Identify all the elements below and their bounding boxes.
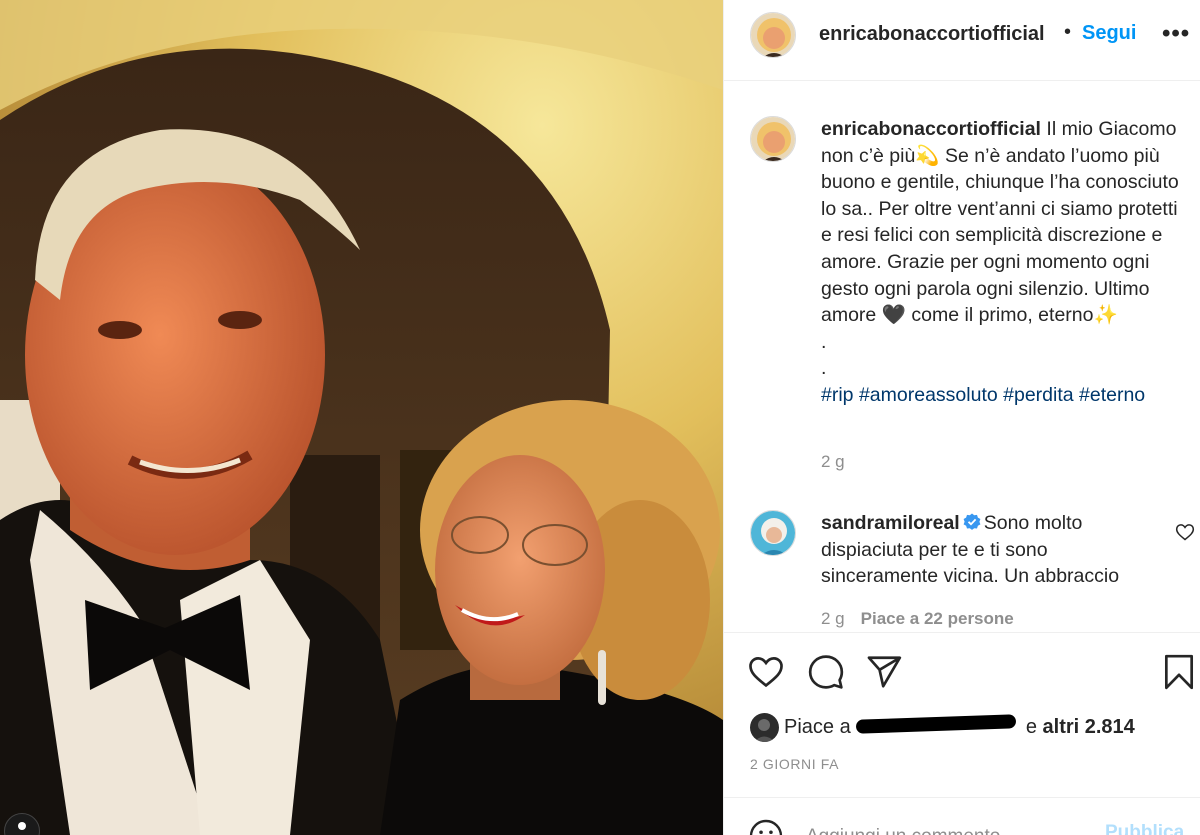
likes-others[interactable]: altri 2.814 — [1043, 716, 1135, 738]
emoji-smiley-icon[interactable] — [748, 818, 784, 835]
redacted-username — [856, 714, 1017, 734]
comment-time[interactable]: 2 g — [821, 609, 845, 628]
hashtag-link[interactable]: #amoreassoluto — [859, 384, 998, 406]
likes-text: Piace a e altri 2.814 — [784, 714, 1135, 739]
header-separator: • — [1064, 21, 1072, 43]
commenter-avatar[interactable] — [750, 510, 796, 556]
publish-button[interactable]: Pubblica — [1105, 822, 1184, 835]
author-avatar[interactable] — [750, 12, 796, 58]
add-comment-input[interactable] — [806, 822, 1086, 835]
comment-meta: 2 g Piace a 22 persone — [821, 609, 1014, 629]
like-heart-icon[interactable] — [747, 653, 785, 691]
hashtag-list: #rip #amoreassoluto #perdita #eterno — [821, 384, 1145, 406]
hashtag-link[interactable]: #rip — [821, 384, 854, 406]
comments-section[interactable]: enricabonaccortiofficial Il mio Giacomo … — [724, 82, 1200, 632]
hashtag-link[interactable]: #eterno — [1079, 384, 1145, 406]
comment-bubble-icon[interactable] — [807, 653, 845, 691]
caption-body-3: come il primo, eterno — [905, 304, 1094, 327]
likes-prefix: Piace a — [784, 716, 857, 738]
comment-likes[interactable]: Piace a 22 persone — [861, 609, 1014, 628]
caption-body-2: Se n’è andato l’uomo più buono e gentile… — [821, 144, 1179, 327]
author-username[interactable]: enricabonaccortiofficial — [819, 23, 1045, 46]
save-bookmark-icon[interactable] — [1160, 653, 1198, 691]
black-heart-emoji-icon: 🖤 — [881, 304, 906, 327]
caption-author-avatar[interactable] — [750, 116, 796, 162]
add-comment-bar: Pubblica — [724, 797, 1200, 835]
hashtag-link[interactable]: #perdita — [1003, 384, 1073, 406]
caption-dot-1: . — [821, 330, 827, 353]
comment-like-heart-icon[interactable] — [1175, 522, 1195, 542]
liker-avatar[interactable] — [750, 713, 779, 742]
follow-button[interactable]: Segui — [1082, 22, 1136, 45]
share-paper-plane-icon[interactable] — [865, 653, 903, 691]
post-date[interactable]: 2 GIORNI FA — [750, 756, 839, 772]
verified-badge-icon — [963, 513, 981, 530]
post-side-panel: enricabonaccortiofficial • Segui ••• enr… — [723, 0, 1200, 835]
likes-middle: e — [1020, 716, 1043, 738]
post-header: enricabonaccortiofficial • Segui ••• — [724, 0, 1200, 81]
post-photo[interactable] — [0, 0, 723, 835]
commenter-username[interactable]: sandramiloreal — [821, 512, 960, 534]
post-actions: Piace a e altri 2.814 2 GIORNI FA — [724, 632, 1200, 797]
post-image — [0, 0, 723, 835]
comment-text: sandramiloreal Sono molto dispiaciuta per… — [821, 510, 1161, 590]
caption-time[interactable]: 2 g — [821, 452, 845, 472]
caption-dot-2: . — [821, 357, 827, 380]
more-options-icon[interactable]: ••• — [1162, 20, 1190, 48]
dizzy-emoji-icon: 💫 — [915, 144, 940, 167]
caption-username[interactable]: enricabonaccortiofficial — [821, 118, 1041, 140]
caption-text: enricabonaccortiofficial Il mio Giacomo … — [821, 116, 1193, 409]
sparkles-emoji-icon: ✨ — [1093, 304, 1118, 327]
